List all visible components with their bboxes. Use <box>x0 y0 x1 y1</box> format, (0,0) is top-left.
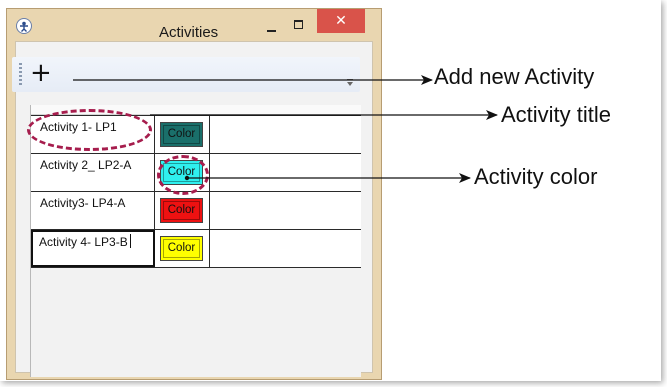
annotation-arrows <box>73 75 498 183</box>
activity-color-label: Activity color <box>474 164 598 189</box>
activity-title-label: Activity title <box>501 102 612 127</box>
add-new-activity-label: Add new Activity <box>434 64 595 89</box>
